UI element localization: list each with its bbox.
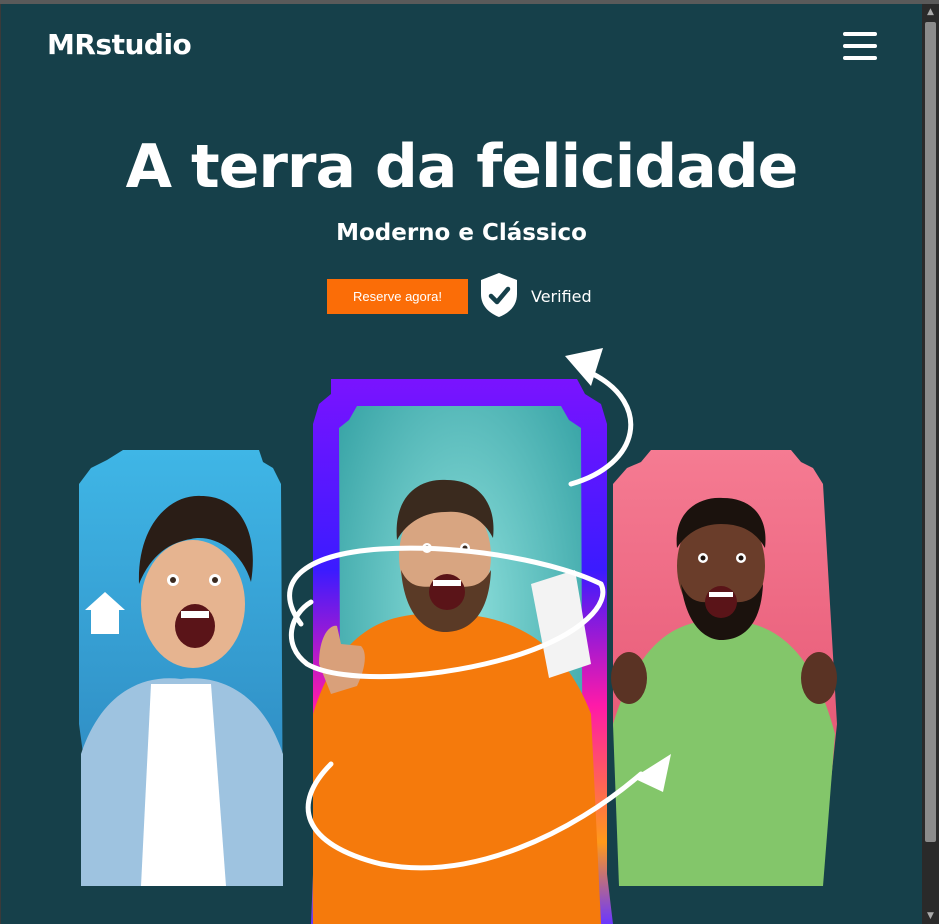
- scrollbar-thumb[interactable]: [925, 22, 936, 842]
- hero-subtitle: Moderno e Clássico: [336, 220, 587, 246]
- scroll-down-arrow-icon[interactable]: ▼: [922, 908, 939, 924]
- brand-logo[interactable]: MRstudio: [47, 28, 192, 61]
- hamburger-menu-icon[interactable]: [843, 32, 877, 60]
- shield-check-icon: [481, 273, 517, 317]
- browser-window: MRstudio A terra da felicidade Moderno e…: [0, 0, 939, 924]
- landing-page: MRstudio A terra da felicidade Moderno e…: [1, 4, 922, 924]
- hero-illustration: [79, 348, 837, 924]
- left-person-card: [79, 450, 283, 886]
- reserve-now-button[interactable]: Reserve agora!: [327, 279, 468, 314]
- right-person-card: [611, 450, 837, 886]
- verified-label: Verified: [531, 287, 592, 306]
- scroll-up-arrow-icon[interactable]: ▲: [922, 4, 939, 20]
- hero-title: A terra da felicidade: [125, 132, 799, 202]
- center-person-card: [311, 379, 613, 924]
- vertical-scrollbar[interactable]: ▲ ▼: [922, 4, 939, 924]
